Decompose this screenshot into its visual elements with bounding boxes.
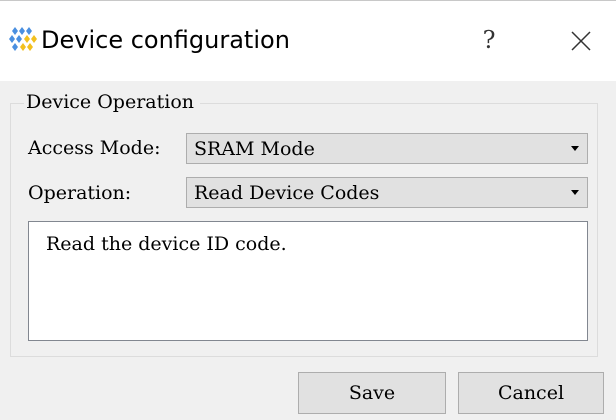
chevron-down-icon xyxy=(571,146,579,151)
close-icon xyxy=(571,31,591,51)
app-logo-icon xyxy=(8,25,38,55)
chevron-down-icon xyxy=(571,190,579,195)
cancel-button[interactable]: Cancel xyxy=(458,372,604,414)
description-text: Read the device ID code. xyxy=(46,233,287,255)
group-title: Device Operation xyxy=(24,89,200,115)
operation-dropdown[interactable]: Read Device Codes xyxy=(186,177,588,208)
window-title: Device configuration xyxy=(41,26,290,54)
save-button[interactable]: Save xyxy=(298,372,446,414)
access-mode-label: Access Mode: xyxy=(28,137,161,159)
operation-label: Operation: xyxy=(28,182,132,204)
title-bar: Device configuration ? xyxy=(0,0,616,81)
help-button[interactable]: ? xyxy=(472,23,506,57)
close-button[interactable] xyxy=(565,25,597,57)
access-mode-dropdown[interactable]: SRAM Mode xyxy=(186,133,588,164)
operation-value: Read Device Codes xyxy=(194,182,380,204)
access-mode-value: SRAM Mode xyxy=(194,138,315,160)
description-box[interactable]: Read the device ID code. xyxy=(28,221,588,341)
